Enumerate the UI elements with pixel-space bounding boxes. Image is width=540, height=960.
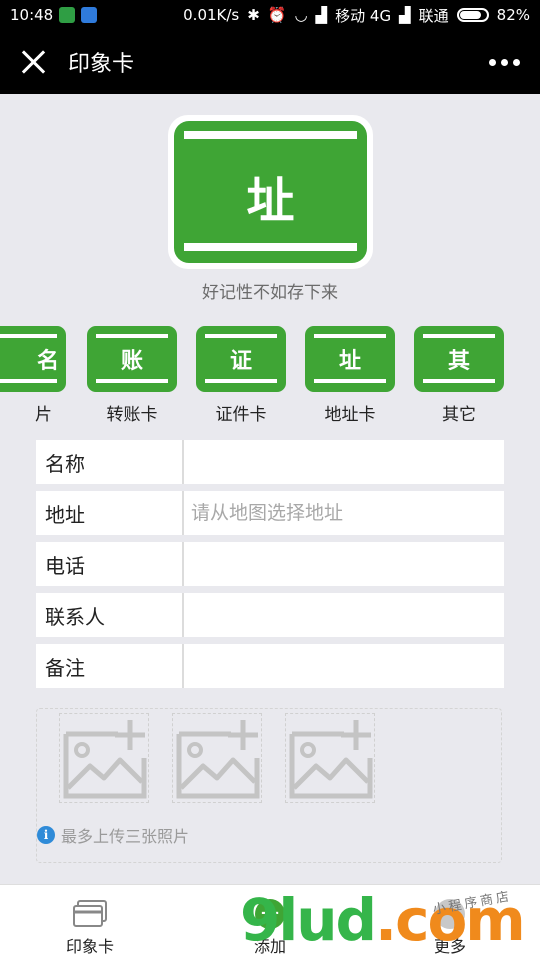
signal-icon: ▟ (315, 6, 328, 24)
network-speed: 0.01K/s (183, 6, 240, 24)
name-input[interactable] (184, 440, 504, 484)
tab-add[interactable]: + 添加 (210, 885, 330, 960)
form-label: 电话 (36, 542, 184, 586)
hero-caption: 好记性不如存下来 (202, 283, 338, 303)
add-image-icon (176, 720, 260, 799)
form-row-address[interactable]: 地址 (36, 491, 504, 535)
card-stripe (0, 379, 57, 383)
card-preview-char: 址 (246, 173, 295, 229)
app-notification-icon (81, 7, 98, 23)
card-type-icon: 址 (305, 326, 395, 392)
form-label: 联系人 (36, 593, 184, 637)
card-type-label: 其它 (442, 405, 476, 425)
card-stripe (0, 334, 57, 338)
form-row-contact[interactable]: 联系人 (36, 593, 504, 637)
bluetooth-icon: ✱ (247, 6, 260, 24)
card-stripe (184, 243, 357, 251)
signal-icon-2: ▟ (399, 6, 411, 24)
notes-input[interactable] (184, 644, 504, 688)
selected-card-preview: 址 (168, 115, 373, 269)
add-photo-button[interactable] (285, 713, 375, 803)
contact-input[interactable] (184, 593, 504, 637)
card-type-icon: 其 (414, 326, 504, 392)
card-type-char: 证 (229, 349, 252, 374)
more-icon (435, 899, 465, 929)
card-type-selector[interactable]: 名 片 账 转账卡 证 证件卡 址 地址卡 其 其它 (0, 326, 540, 426)
tab-label: 添加 (253, 937, 286, 956)
status-time: 10:48 (10, 6, 54, 24)
battery-percent: 82% (496, 6, 530, 24)
card-type-transfer[interactable]: 账 转账卡 (87, 326, 177, 426)
tab-label: 更多 (433, 937, 466, 956)
card-type-icon: 名 (0, 326, 66, 392)
card-type-business[interactable]: 名 片 (0, 326, 66, 426)
card-type-id[interactable]: 证 证件卡 (196, 326, 286, 426)
add-image-icon (289, 720, 373, 799)
cards-icon (73, 900, 107, 927)
info-icon: i (37, 826, 55, 844)
card-type-label: 转账卡 (106, 405, 158, 425)
card-type-icon: 证 (196, 326, 286, 392)
card-type-other[interactable]: 其 其它 (414, 326, 504, 426)
wifi-icon: ◡ (294, 6, 308, 24)
form-row-notes[interactable]: 备注 (36, 644, 504, 688)
dot-icon (513, 58, 520, 66)
card-stripe (205, 334, 277, 338)
card-type-label: 证件卡 (215, 405, 267, 425)
battery-fill (459, 11, 481, 19)
card-stripe (314, 379, 386, 383)
dot-icon (501, 58, 508, 66)
card-type-char: 其 (447, 349, 470, 374)
tab-bar: 印象卡 + 添加 更多 (0, 884, 540, 960)
close-icon[interactable] (20, 49, 46, 75)
status-left: 10:48 (10, 6, 98, 24)
photo-hint: i 最多上传三张照片 (37, 823, 189, 847)
status-bar: 10:48 0.01K/s ✱ ⏰ ◡ ▟ 移动 4G ▟ 联通 82% (0, 0, 540, 30)
add-image-icon (63, 720, 147, 799)
more-menu-button[interactable] (489, 58, 520, 66)
page-title: 印象卡 (68, 52, 135, 77)
form-row-phone[interactable]: 电话 (36, 542, 504, 586)
card-type-label: 片 (35, 405, 52, 425)
plus-icon: + (255, 899, 285, 929)
card-type-label: 地址卡 (324, 405, 376, 425)
card-type-icon: 账 (87, 326, 177, 392)
shield-icon (59, 7, 76, 23)
form-label: 名称 (36, 440, 184, 484)
card-stripe (423, 379, 495, 383)
add-photo-button[interactable] (59, 713, 149, 803)
tab-label: 印象卡 (65, 937, 114, 956)
status-right: 0.01K/s ✱ ⏰ ◡ ▟ 移动 4G ▟ 联通 82% (183, 5, 530, 26)
card-stripe (423, 334, 495, 338)
card-stripe (184, 131, 357, 139)
card-stripe (314, 334, 386, 338)
address-input[interactable] (184, 491, 504, 535)
nav-bar: 印象卡 (0, 30, 540, 94)
card-type-char: 址 (338, 349, 361, 374)
carrier-2: 联通 (418, 6, 449, 25)
card-form: 名称 地址 电话 联系人 备注 (36, 440, 504, 695)
add-photo-button[interactable] (172, 713, 262, 803)
card-type-char: 名 (36, 349, 59, 374)
form-row-name[interactable]: 名称 (36, 440, 504, 484)
carrier-1: 移动 4G (335, 6, 392, 25)
dot-icon (489, 58, 496, 66)
phone-input[interactable] (184, 542, 504, 586)
form-label: 备注 (36, 644, 184, 688)
photo-upload-area: i 最多上传三张照片 (36, 708, 502, 863)
tab-cards[interactable]: 印象卡 (30, 885, 150, 960)
form-label: 地址 (36, 491, 184, 535)
card-stripe (96, 334, 168, 338)
card-type-char: 账 (120, 349, 143, 374)
card-type-address[interactable]: 址 地址卡 (305, 326, 395, 426)
card-stripe (205, 379, 277, 383)
card-stripe (96, 379, 168, 383)
battery-icon (456, 8, 489, 22)
tab-more[interactable]: 更多 (390, 885, 510, 960)
alarm-icon: ⏰ (267, 6, 287, 24)
photo-hint-text: 最多上传三张照片 (61, 827, 190, 846)
card-face: 址 (174, 121, 367, 263)
